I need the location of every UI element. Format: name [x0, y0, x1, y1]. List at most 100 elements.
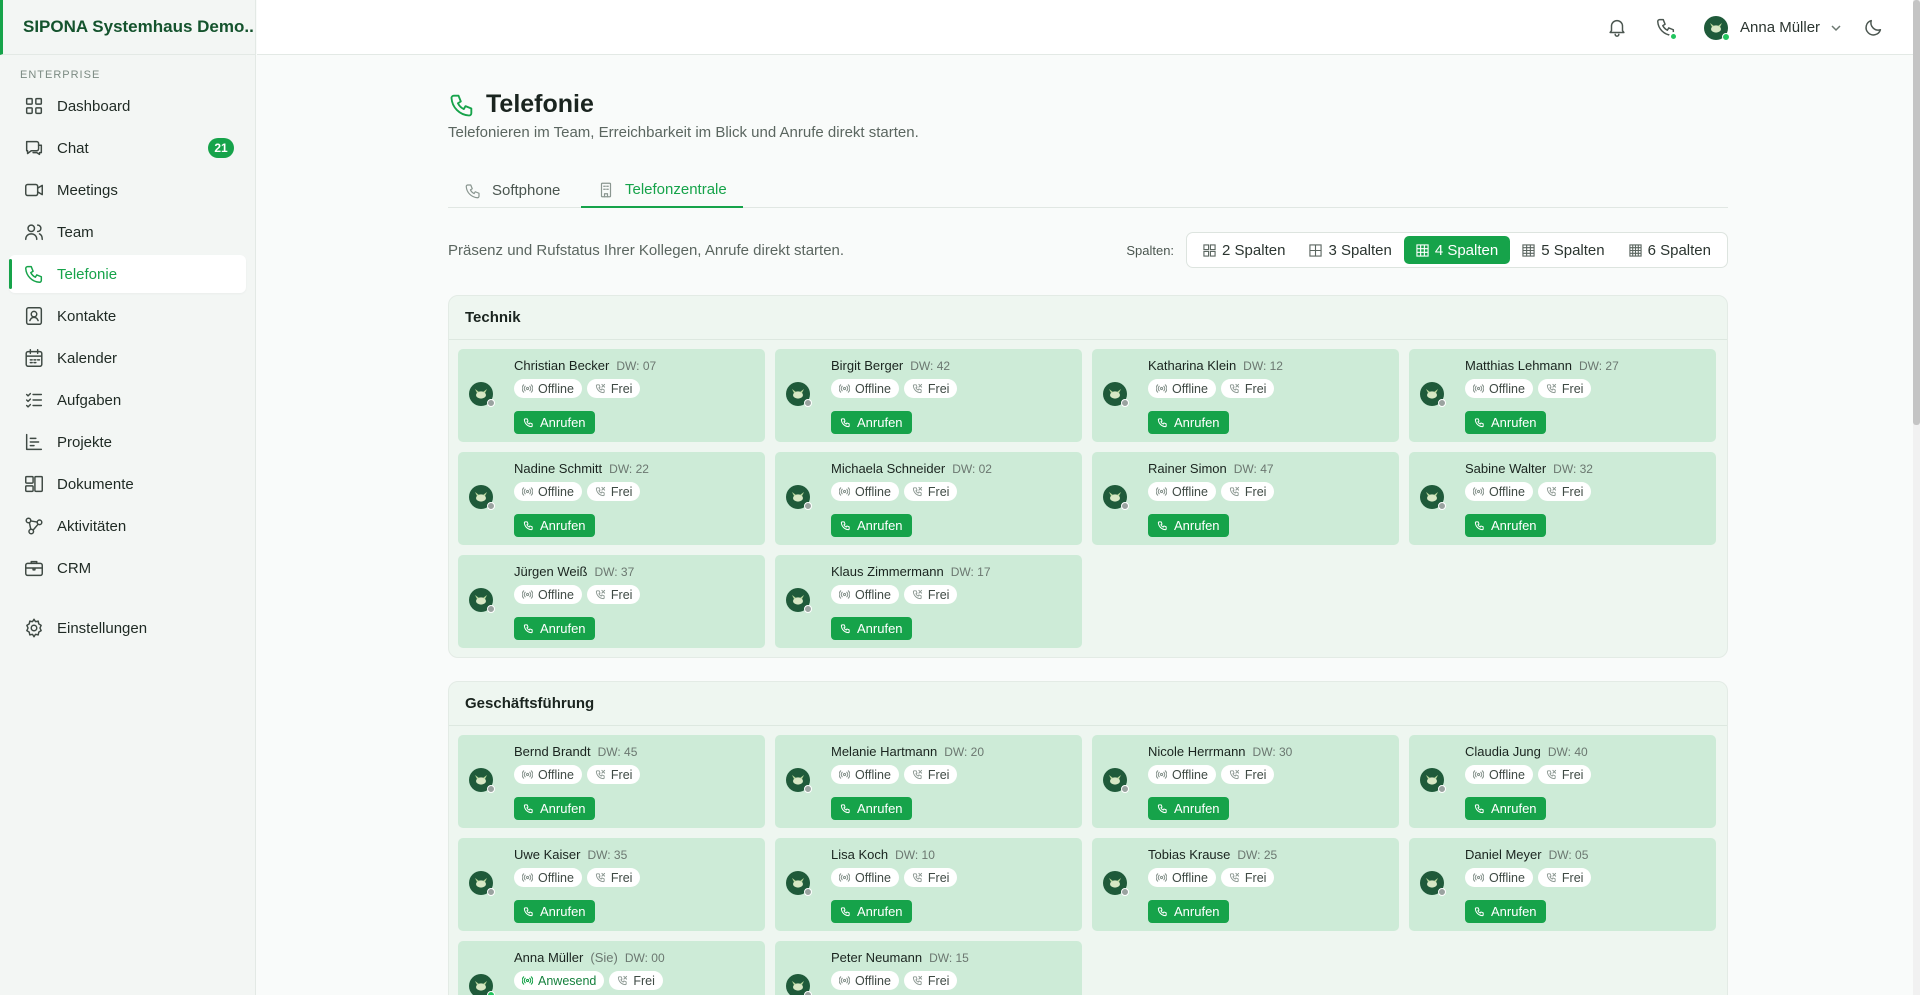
call-button[interactable]: Anrufen [831, 617, 912, 640]
sidebar-item-dokumente[interactable]: Dokumente [9, 465, 246, 503]
sidebar-item-kalender[interactable]: Kalender [9, 339, 246, 377]
presence-label: Offline [855, 587, 891, 602]
call-button[interactable]: Anrufen [514, 411, 595, 434]
broadcast-icon [522, 383, 533, 394]
call-button[interactable]: Anrufen [514, 797, 595, 820]
group-technik: Technik Christian Becker DW: 07 Offline Fre… [448, 295, 1728, 658]
columns-3-button[interactable]: 3 Spalten [1297, 236, 1403, 264]
sidebar-item-crm[interactable]: CRM [9, 549, 246, 587]
softphone-status-button[interactable] [1655, 16, 1679, 41]
avatar [1103, 382, 1129, 407]
presence-dot [487, 502, 495, 510]
contact-name: Michaela Schneider [831, 461, 946, 476]
presence-hint: Präsenz und Rufstatus Ihrer Kollegen, An… [448, 242, 845, 259]
sidebar-item-projekte[interactable]: Projekte [9, 423, 246, 461]
status-pills: Offline Frei [831, 765, 962, 784]
sidebar-item-label: Kalender [57, 349, 118, 367]
grid-layout-icon [1416, 243, 1429, 257]
call-button[interactable]: Anrufen [1148, 900, 1229, 923]
call-button[interactable]: Anrufen [831, 514, 912, 537]
sidebar-item-meetings[interactable]: Meetings [9, 171, 246, 209]
contact-name-row: Rainer Simon DW: 47 [1148, 461, 1274, 476]
call-button[interactable]: Anrufen [1465, 797, 1546, 820]
contact-name-row: Tobias Krause DW: 25 [1148, 847, 1277, 862]
call-state-label: Frei [610, 767, 633, 782]
call-button[interactable]: Anrufen [1148, 411, 1229, 434]
phone-idle-icon [1546, 872, 1557, 883]
contact-name-row: Lisa Koch DW: 10 [831, 847, 935, 862]
member-grid: Bernd Brandt DW: 45 Offline Frei Anrufen Mela… [449, 726, 1727, 995]
moon-icon[interactable] [1863, 16, 1887, 40]
phone-icon [523, 520, 534, 531]
call-state-label: Frei [610, 587, 633, 602]
sidebar-item-chat[interactable]: Chat 21 [9, 129, 246, 167]
tab-telefonzentrale[interactable]: Telefonzentrale [581, 173, 743, 208]
call-button[interactable]: Anrufen [1148, 514, 1229, 537]
call-button[interactable]: Anrufen [831, 797, 912, 820]
contact-name-row: Uwe Kaiser DW: 35 [514, 847, 627, 862]
brand-name[interactable]: SIPONA Systemhaus Demo... [0, 0, 255, 55]
contact-name-row: Christian Becker DW: 07 [514, 358, 656, 373]
extension-number: DW: 15 [929, 951, 969, 965]
scrollbar[interactable] [1913, 0, 1920, 995]
call-state-label: Frei [927, 381, 950, 396]
grid-layout-icon [1309, 243, 1323, 257]
presence-label: Offline [855, 870, 891, 885]
tab-softphone[interactable]: Softphone [448, 173, 576, 208]
contact-card: Melanie Hartmann DW: 20 Offline Frei Anrufen [775, 735, 1082, 828]
sidebar-nav: Dashboard Chat 21 Meetings Team Telefonie Kont… [0, 87, 255, 647]
avatar [786, 485, 812, 510]
presence-badge: Offline [831, 765, 899, 784]
columns-5-button[interactable]: 5 Spalten [1510, 236, 1616, 264]
tab-bar: Softphone Telefonzentrale [448, 173, 1728, 208]
columns-2-button[interactable]: 2 Spalten [1191, 236, 1297, 264]
columns-6-button[interactable]: 6 Spalten [1617, 236, 1723, 264]
avatar-logo-icon [1426, 492, 1438, 502]
presence-badge: Offline [514, 585, 582, 604]
sidebar: SIPONA Systemhaus Demo... ENTERPRISE Das… [0, 0, 256, 995]
sidebar-item-einstellungen[interactable]: Einstellungen [9, 609, 246, 647]
sidebar-item-dashboard[interactable]: Dashboard [9, 87, 246, 125]
phone-icon [1474, 417, 1485, 428]
sidebar-item-kontakte[interactable]: Kontakte [9, 297, 246, 335]
avatar [469, 768, 495, 793]
sidebar-item-aktivitaeten[interactable]: Aktivitäten [9, 507, 246, 545]
call-button[interactable]: Anrufen [1465, 411, 1546, 434]
call-button[interactable]: Anrufen [1465, 514, 1546, 537]
sidebar-item-team[interactable]: Team [9, 213, 246, 251]
group-geschaeftsfuehrung: Geschäftsführung Bernd Brandt DW: 45 Offli… [448, 681, 1728, 995]
call-button-label: Anrufen [1174, 801, 1220, 816]
sidebar-item-telefonie[interactable]: Telefonie [9, 255, 246, 293]
call-state-label: Frei [610, 484, 633, 499]
call-state-label: Frei [927, 484, 950, 499]
call-button[interactable]: Anrufen [831, 900, 912, 923]
call-button[interactable]: Anrufen [1148, 797, 1229, 820]
phone-idle-icon [1229, 872, 1240, 883]
call-button[interactable]: Anrufen [831, 411, 912, 434]
page-subtitle: Telefonieren im Team, Erreichbarkeit im … [448, 124, 919, 141]
activity-icon [23, 515, 45, 537]
scrollbar-thumb[interactable] [1913, 0, 1920, 425]
contact-card: Uwe Kaiser DW: 35 Offline Frei Anrufen [458, 838, 765, 931]
call-button[interactable]: Anrufen [514, 900, 595, 923]
phone-icon [840, 417, 851, 428]
sidebar-item-aufgaben[interactable]: Aufgaben [9, 381, 246, 419]
phone-idle-icon [912, 383, 923, 394]
contact-name-row: Katharina Klein DW: 12 [1148, 358, 1283, 373]
page-title: Telefonie [486, 90, 594, 118]
call-button[interactable]: Anrufen [1465, 900, 1546, 923]
columns-option-label: 5 Spalten [1541, 241, 1605, 259]
presence-dot [487, 399, 495, 407]
contact-name: Melanie Hartmann [831, 744, 938, 759]
avatar [1420, 768, 1446, 793]
bell-icon[interactable] [1606, 16, 1630, 40]
columns-4-button[interactable]: 4 Spalten [1403, 236, 1511, 264]
call-button[interactable]: Anrufen [514, 514, 595, 537]
call-state-label: Frei [1561, 484, 1584, 499]
status-pills: Anwesend Frei [514, 971, 668, 990]
broadcast-icon [839, 486, 850, 497]
user-menu[interactable]: Anna Müller [1704, 0, 1842, 55]
call-button[interactable]: Anrufen [514, 617, 595, 640]
avatar-logo-icon [792, 981, 804, 991]
presence-dot [1438, 502, 1446, 510]
